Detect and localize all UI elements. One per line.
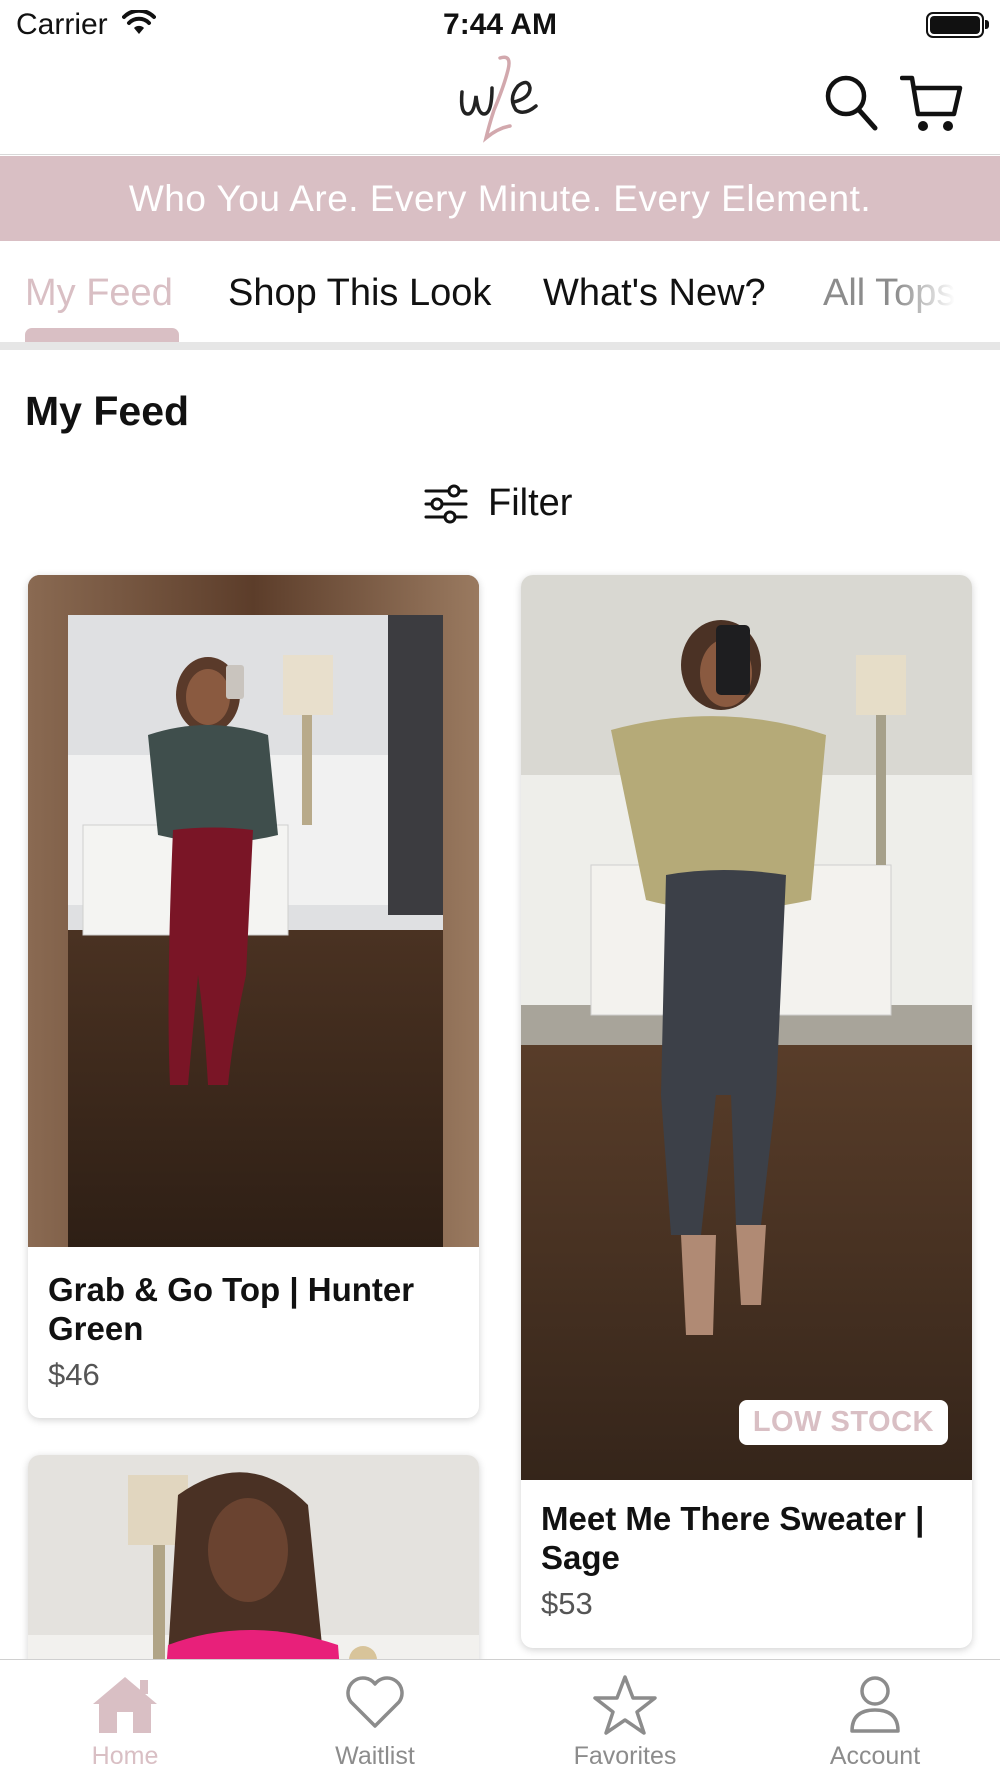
star-icon — [593, 1675, 657, 1735]
nav-label: Home — [91, 1742, 159, 1770]
home-icon — [93, 1677, 157, 1733]
status-bar: Carrier 7:44 AM — [0, 0, 1000, 50]
brand-logo[interactable] — [450, 52, 550, 152]
nav-account[interactable]: Account — [775, 1660, 975, 1778]
category-tabs: My Feed Shop This Look What's New? All T… — [0, 242, 1000, 350]
active-tab-indicator — [25, 328, 179, 342]
promo-banner: Who You Are. Every Minute. Every Element… — [0, 156, 1000, 241]
product-name[interactable]: Meet Me There Sweater | Sage — [541, 1499, 952, 1577]
product-price: $46 — [48, 1357, 100, 1392]
filter-label: Filter — [488, 482, 573, 524]
product-photo[interactable] — [28, 575, 479, 1247]
battery-icon — [926, 12, 989, 38]
sliders-icon — [424, 484, 468, 523]
heart-icon — [346, 1676, 404, 1728]
product-name[interactable]: Grab & Go Top | Hunter Green — [48, 1270, 459, 1348]
tab-all-tops[interactable]: All Tops — [823, 272, 955, 315]
banner-text: Who You Are. Every Minute. Every Element… — [128, 177, 872, 219]
clock: 7:44 AM — [443, 8, 557, 41]
tab-my-feed[interactable]: My Feed — [25, 272, 173, 315]
nav-home[interactable]: Home — [25, 1660, 225, 1778]
nav-label: Account — [829, 1742, 921, 1770]
search-icon[interactable] — [823, 72, 879, 132]
nav-label: Waitlist — [335, 1742, 415, 1770]
filter-button[interactable]: Filter — [424, 482, 572, 525]
tab-shop-this-look[interactable]: Shop This Look — [228, 272, 491, 315]
cart-icon[interactable] — [900, 72, 964, 136]
tab-whats-new[interactable]: What's New? — [543, 272, 766, 315]
page-title: My Feed — [25, 388, 190, 434]
app-header — [0, 50, 1000, 155]
nav-favorites[interactable]: Favorites — [525, 1660, 725, 1778]
product-card[interactable]: Grab & Go Top | Hunter Green $46 — [28, 575, 479, 1418]
product-photo[interactable] — [521, 575, 972, 1480]
bottom-tab-bar: Home Waitlist Favorites Account — [0, 1659, 1000, 1778]
nav-label: Favorites — [573, 1742, 677, 1770]
low-stock-badge: LOW STOCK — [738, 1400, 948, 1445]
product-card[interactable]: LOW STOCK Meet Me There Sweater | Sage $… — [521, 575, 972, 1648]
nav-waitlist[interactable]: Waitlist — [275, 1660, 475, 1778]
user-icon — [850, 1676, 900, 1733]
product-price: $53 — [541, 1586, 593, 1621]
